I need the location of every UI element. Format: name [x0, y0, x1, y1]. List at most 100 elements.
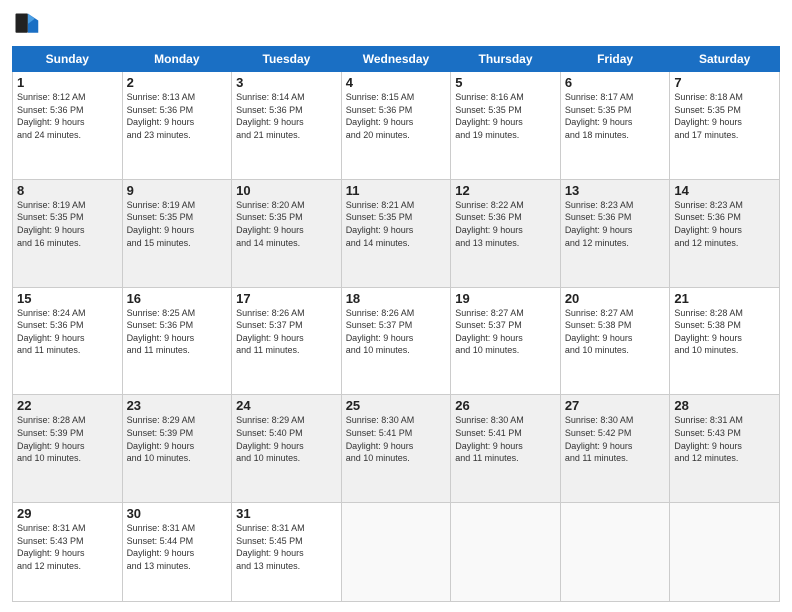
calendar-cell: 28Sunrise: 8:31 AM Sunset: 5:43 PM Dayli… — [670, 395, 780, 503]
day-number: 22 — [17, 398, 118, 413]
day-info: Sunrise: 8:17 AM Sunset: 5:35 PM Dayligh… — [565, 91, 666, 141]
day-info: Sunrise: 8:25 AM Sunset: 5:36 PM Dayligh… — [127, 307, 228, 357]
day-number: 9 — [127, 183, 228, 198]
calendar-cell: 26Sunrise: 8:30 AM Sunset: 5:41 PM Dayli… — [451, 395, 561, 503]
day-info: Sunrise: 8:31 AM Sunset: 5:44 PM Dayligh… — [127, 522, 228, 572]
calendar-cell: 24Sunrise: 8:29 AM Sunset: 5:40 PM Dayli… — [232, 395, 342, 503]
day-info: Sunrise: 8:19 AM Sunset: 5:35 PM Dayligh… — [127, 199, 228, 249]
day-number: 5 — [455, 75, 556, 90]
day-info: Sunrise: 8:27 AM Sunset: 5:38 PM Dayligh… — [565, 307, 666, 357]
day-number: 16 — [127, 291, 228, 306]
calendar-cell — [670, 503, 780, 602]
calendar-cell: 11Sunrise: 8:21 AM Sunset: 5:35 PM Dayli… — [341, 179, 451, 287]
day-number: 25 — [346, 398, 447, 413]
day-info: Sunrise: 8:31 AM Sunset: 5:45 PM Dayligh… — [236, 522, 337, 572]
calendar-cell — [560, 503, 670, 602]
calendar-cell: 22Sunrise: 8:28 AM Sunset: 5:39 PM Dayli… — [13, 395, 123, 503]
day-info: Sunrise: 8:23 AM Sunset: 5:36 PM Dayligh… — [565, 199, 666, 249]
day-info: Sunrise: 8:22 AM Sunset: 5:36 PM Dayligh… — [455, 199, 556, 249]
calendar-week-row: 1Sunrise: 8:12 AM Sunset: 5:36 PM Daylig… — [13, 72, 780, 180]
calendar-cell — [451, 503, 561, 602]
day-number: 7 — [674, 75, 775, 90]
day-info: Sunrise: 8:20 AM Sunset: 5:35 PM Dayligh… — [236, 199, 337, 249]
calendar-cell: 29Sunrise: 8:31 AM Sunset: 5:43 PM Dayli… — [13, 503, 123, 602]
day-number: 30 — [127, 506, 228, 521]
day-info: Sunrise: 8:26 AM Sunset: 5:37 PM Dayligh… — [236, 307, 337, 357]
day-number: 24 — [236, 398, 337, 413]
day-number: 20 — [565, 291, 666, 306]
calendar-cell: 9Sunrise: 8:19 AM Sunset: 5:35 PM Daylig… — [122, 179, 232, 287]
logo-icon — [12, 10, 40, 38]
day-number: 18 — [346, 291, 447, 306]
day-info: Sunrise: 8:27 AM Sunset: 5:37 PM Dayligh… — [455, 307, 556, 357]
calendar-cell: 6Sunrise: 8:17 AM Sunset: 5:35 PM Daylig… — [560, 72, 670, 180]
calendar-cell — [341, 503, 451, 602]
calendar-cell: 4Sunrise: 8:15 AM Sunset: 5:36 PM Daylig… — [341, 72, 451, 180]
day-info: Sunrise: 8:14 AM Sunset: 5:36 PM Dayligh… — [236, 91, 337, 141]
calendar-cell: 27Sunrise: 8:30 AM Sunset: 5:42 PM Dayli… — [560, 395, 670, 503]
calendar-cell: 13Sunrise: 8:23 AM Sunset: 5:36 PM Dayli… — [560, 179, 670, 287]
calendar-cell: 19Sunrise: 8:27 AM Sunset: 5:37 PM Dayli… — [451, 287, 561, 395]
day-info: Sunrise: 8:24 AM Sunset: 5:36 PM Dayligh… — [17, 307, 118, 357]
calendar-cell: 5Sunrise: 8:16 AM Sunset: 5:35 PM Daylig… — [451, 72, 561, 180]
day-number: 12 — [455, 183, 556, 198]
calendar-cell: 31Sunrise: 8:31 AM Sunset: 5:45 PM Dayli… — [232, 503, 342, 602]
day-number: 6 — [565, 75, 666, 90]
day-number: 4 — [346, 75, 447, 90]
weekday-header-friday: Friday — [560, 47, 670, 72]
calendar-week-row: 8 Sunrise: 8:19 AM Sunset: 5:35 PM Daylig… — [13, 179, 780, 287]
day-number: 21 — [674, 291, 775, 306]
calendar-cell: 30Sunrise: 8:31 AM Sunset: 5:44 PM Dayli… — [122, 503, 232, 602]
day-info: Sunrise: 8:21 AM Sunset: 5:35 PM Dayligh… — [346, 199, 447, 249]
calendar-week-row: 22Sunrise: 8:28 AM Sunset: 5:39 PM Dayli… — [13, 395, 780, 503]
calendar-cell: 10Sunrise: 8:20 AM Sunset: 5:35 PM Dayli… — [232, 179, 342, 287]
calendar-cell: 12Sunrise: 8:22 AM Sunset: 5:36 PM Dayli… — [451, 179, 561, 287]
day-info: Sunrise: 8:28 AM Sunset: 5:39 PM Dayligh… — [17, 414, 118, 464]
day-info: Sunrise: 8:23 AM Sunset: 5:36 PM Dayligh… — [674, 199, 775, 249]
day-info: Sunrise: 8:30 AM Sunset: 5:41 PM Dayligh… — [346, 414, 447, 464]
day-info: Sunrise: 8:18 AM Sunset: 5:35 PM Dayligh… — [674, 91, 775, 141]
day-number: 8 — [17, 183, 118, 198]
day-info: Sunrise: 8:29 AM Sunset: 5:39 PM Dayligh… — [127, 414, 228, 464]
day-number: 1 — [17, 75, 118, 90]
calendar-cell: 18Sunrise: 8:26 AM Sunset: 5:37 PM Dayli… — [341, 287, 451, 395]
calendar-cell: 1Sunrise: 8:12 AM Sunset: 5:36 PM Daylig… — [13, 72, 123, 180]
weekday-header-row: SundayMondayTuesdayWednesdayThursdayFrid… — [13, 47, 780, 72]
day-info: Sunrise: 8:30 AM Sunset: 5:42 PM Dayligh… — [565, 414, 666, 464]
calendar-cell: 15Sunrise: 8:24 AM Sunset: 5:36 PM Dayli… — [13, 287, 123, 395]
calendar-table: SundayMondayTuesdayWednesdayThursdayFrid… — [12, 46, 780, 602]
header — [12, 10, 780, 38]
calendar-cell: 16Sunrise: 8:25 AM Sunset: 5:36 PM Dayli… — [122, 287, 232, 395]
day-number: 29 — [17, 506, 118, 521]
day-number: 11 — [346, 183, 447, 198]
day-number: 17 — [236, 291, 337, 306]
logo — [12, 10, 44, 38]
calendar-cell: 3Sunrise: 8:14 AM Sunset: 5:36 PM Daylig… — [232, 72, 342, 180]
calendar-week-row: 15Sunrise: 8:24 AM Sunset: 5:36 PM Dayli… — [13, 287, 780, 395]
day-info: Sunrise: 8:16 AM Sunset: 5:35 PM Dayligh… — [455, 91, 556, 141]
page-container: SundayMondayTuesdayWednesdayThursdayFrid… — [0, 0, 792, 612]
day-info: Sunrise: 8:30 AM Sunset: 5:41 PM Dayligh… — [455, 414, 556, 464]
day-info: Sunrise: 8:15 AM Sunset: 5:36 PM Dayligh… — [346, 91, 447, 141]
calendar-cell: 14Sunrise: 8:23 AM Sunset: 5:36 PM Dayli… — [670, 179, 780, 287]
weekday-header-saturday: Saturday — [670, 47, 780, 72]
calendar-cell: 25Sunrise: 8:30 AM Sunset: 5:41 PM Dayli… — [341, 395, 451, 503]
weekday-header-sunday: Sunday — [13, 47, 123, 72]
calendar-cell: 20Sunrise: 8:27 AM Sunset: 5:38 PM Dayli… — [560, 287, 670, 395]
weekday-header-thursday: Thursday — [451, 47, 561, 72]
weekday-header-wednesday: Wednesday — [341, 47, 451, 72]
day-info: Sunrise: 8:31 AM Sunset: 5:43 PM Dayligh… — [17, 522, 118, 572]
weekday-header-tuesday: Tuesday — [232, 47, 342, 72]
day-number: 14 — [674, 183, 775, 198]
calendar-week-row: 29Sunrise: 8:31 AM Sunset: 5:43 PM Dayli… — [13, 503, 780, 602]
weekday-header-monday: Monday — [122, 47, 232, 72]
day-number: 10 — [236, 183, 337, 198]
day-info: Sunrise: 8:13 AM Sunset: 5:36 PM Dayligh… — [127, 91, 228, 141]
day-number: 27 — [565, 398, 666, 413]
calendar-cell: 2Sunrise: 8:13 AM Sunset: 5:36 PM Daylig… — [122, 72, 232, 180]
calendar-cell: 17Sunrise: 8:26 AM Sunset: 5:37 PM Dayli… — [232, 287, 342, 395]
calendar-cell: 8Sunrise: 8:19 AM Sunset: 5:35 PM Daylig… — [13, 179, 123, 287]
day-number: 31 — [236, 506, 337, 521]
day-info: Sunrise: 8:26 AM Sunset: 5:37 PM Dayligh… — [346, 307, 447, 357]
calendar-cell: 23Sunrise: 8:29 AM Sunset: 5:39 PM Dayli… — [122, 395, 232, 503]
